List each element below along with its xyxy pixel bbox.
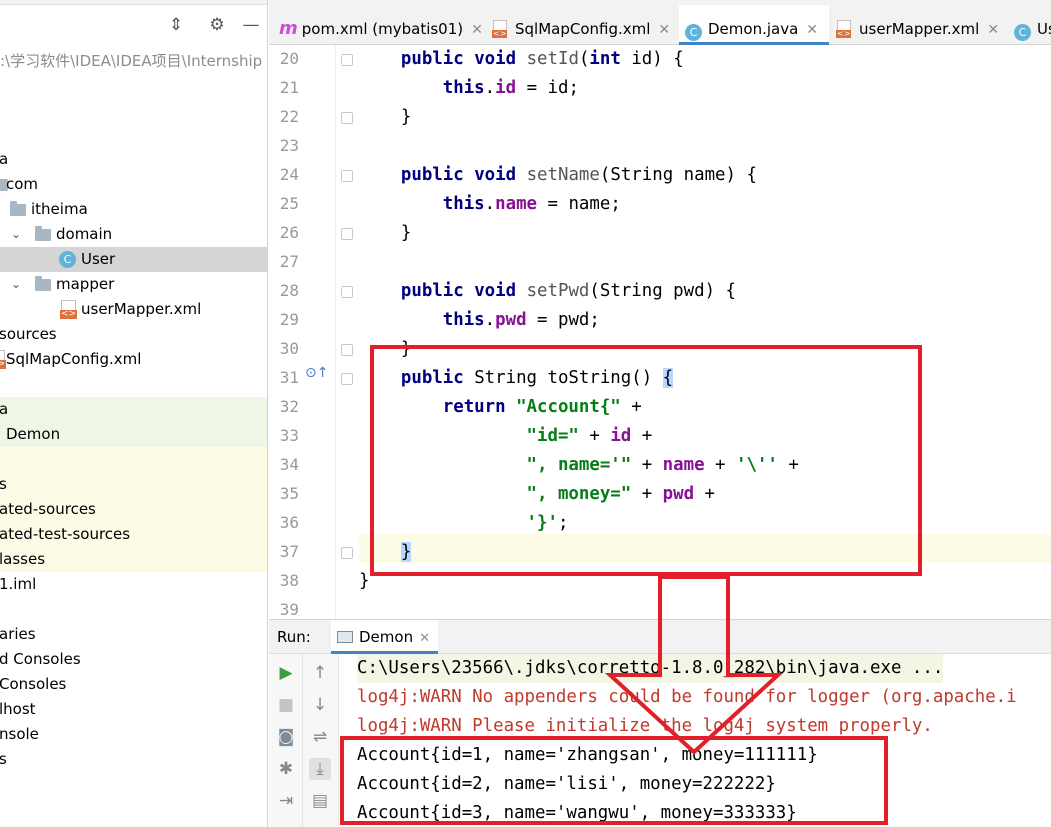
annotation-arrow	[604, 575, 784, 755]
